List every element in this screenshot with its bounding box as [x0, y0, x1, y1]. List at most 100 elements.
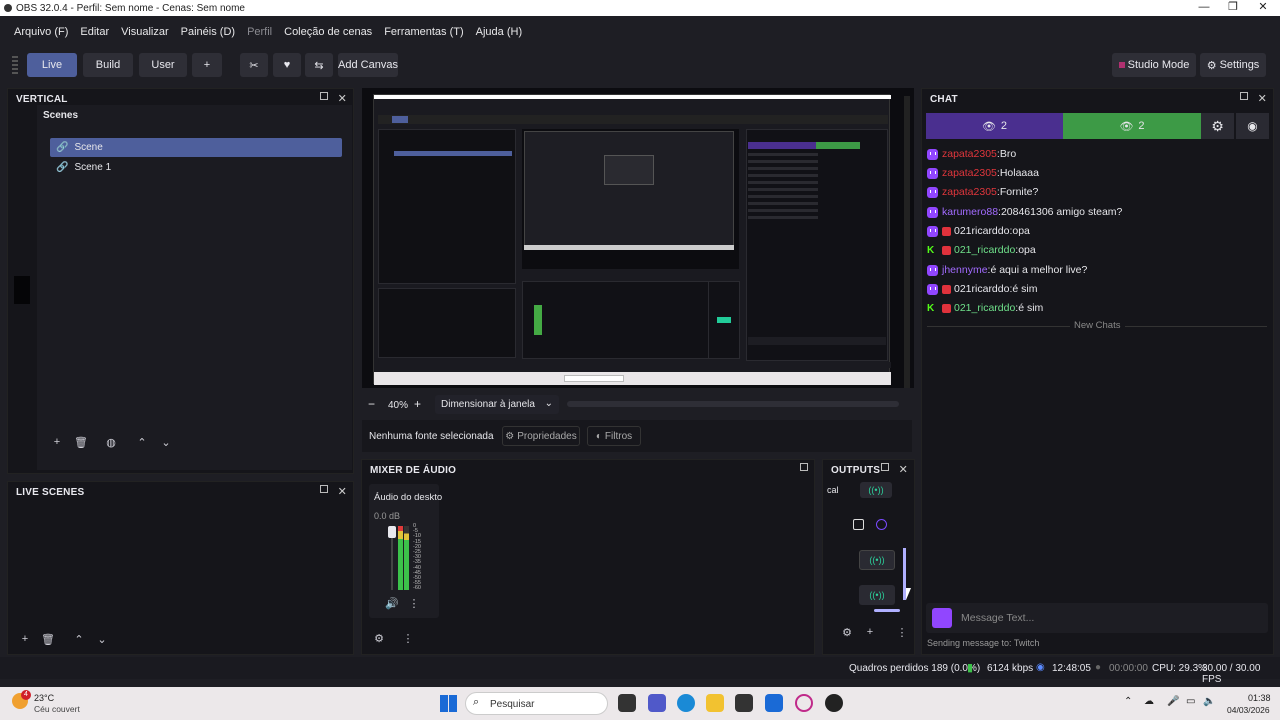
live-button[interactable]: Live — [27, 53, 77, 77]
menu-ajuda[interactable]: Ajuda (H) — [476, 26, 522, 38]
zoom-out-button[interactable]: − — [368, 397, 375, 411]
speaker-icon[interactable]: 🔊 — [383, 595, 401, 611]
add-output-button[interactable]: + — [861, 624, 879, 640]
chat-username[interactable]: zapata2305 — [942, 167, 997, 179]
properties-button[interactable]: ⚙ Propriedades — [502, 426, 580, 446]
output-stream-toggle[interactable]: ((•)) — [859, 550, 895, 570]
task-view-icon[interactable] — [618, 694, 636, 712]
outputs-menu-icon[interactable]: ⋮ — [893, 624, 911, 640]
minimize-button[interactable]: — — [1189, 0, 1219, 16]
move-down-icon[interactable]: ⌄ — [93, 631, 111, 647]
chat-username[interactable]: jhennyme — [942, 264, 988, 276]
float-dock-icon[interactable] — [319, 485, 328, 493]
more-options-icon[interactable]: ⋮ — [405, 595, 423, 611]
output-stop-icon[interactable] — [853, 519, 864, 530]
kick-viewers-tab[interactable]: 👁 2 — [1063, 113, 1201, 139]
close-button[interactable]: ✕ — [1248, 0, 1278, 16]
heart-icon[interactable]: ♥ — [273, 53, 301, 77]
chat-username[interactable]: karumero88 — [942, 206, 998, 218]
trash-icon[interactable]: 🗑 — [72, 434, 90, 450]
maximize-button[interactable]: ❐ — [1218, 0, 1248, 16]
user-button[interactable]: User — [139, 53, 187, 77]
settings-button[interactable]: ⚙ Settings — [1200, 53, 1266, 77]
volume-icon[interactable]: 🔈 — [1203, 696, 1215, 707]
outputs-hscrollbar[interactable] — [874, 609, 900, 612]
toolbar-grip-handle[interactable] — [12, 56, 18, 74]
close-dock-icon[interactable]: ✕ — [338, 92, 347, 105]
float-dock-icon[interactable] — [319, 92, 328, 100]
trash-icon[interactable]: 🗑 — [39, 631, 57, 647]
chat-username[interactable]: 021_ricarddo — [954, 244, 1015, 256]
chat-message: zapata2305 : Holaaaa — [927, 165, 1039, 181]
chat-username[interactable]: 021ricarddo — [954, 225, 1009, 237]
move-down-icon[interactable]: ⌄ — [157, 434, 175, 450]
taskbar-search[interactable]: ⌕ Pesquisar — [465, 692, 608, 715]
chat-popout-icon[interactable]: ◉ — [1236, 113, 1269, 139]
volume-slider-track[interactable] — [391, 538, 393, 590]
outputs-gear-icon[interactable]: ⚙ — [838, 624, 856, 640]
share-icon[interactable]: ⇆ — [305, 53, 333, 77]
chat-username[interactable]: 021ricarddo — [954, 283, 1009, 295]
tray-chevron-icon[interactable]: ⌃ — [1124, 696, 1132, 707]
add-canvas-plus-button[interactable]: + — [192, 53, 222, 77]
menu-arquivo[interactable]: Arquivo (F) — [14, 26, 68, 38]
add-live-scene-button[interactable]: + — [16, 631, 34, 647]
filters-button[interactable]: ◐ Filtros — [587, 426, 641, 446]
mixer-settings-gear-icon[interactable]: ⚙ — [370, 630, 388, 646]
build-button[interactable]: Build — [83, 53, 133, 77]
onedrive-icon[interactable]: ☁ — [1144, 696, 1154, 707]
float-dock-icon[interactable] — [880, 463, 889, 471]
move-up-icon[interactable]: ⌃ — [133, 434, 151, 450]
float-dock-icon[interactable] — [800, 463, 808, 471]
clock-date[interactable]: 04/03/2026 — [1227, 705, 1270, 715]
menu-editar[interactable]: Editar — [80, 26, 109, 38]
close-dock-icon[interactable]: ✕ — [338, 485, 347, 498]
output-stream-toggle[interactable]: ((•)) — [860, 482, 892, 498]
preview-scrollbar[interactable] — [904, 96, 910, 388]
close-dock-icon[interactable]: ✕ — [1258, 92, 1267, 105]
scale-mode-select[interactable]: Dimensionar à janela ⌄ — [435, 395, 559, 414]
float-dock-icon[interactable] — [1239, 92, 1248, 100]
menu-bar: Arquivo (F) Editar Visualizar Painéis (D… — [0, 22, 1280, 42]
chat-settings-gear-icon[interactable]: ⚙ — [1201, 113, 1234, 139]
move-up-icon[interactable]: ⌃ — [70, 631, 88, 647]
scene-item-selected[interactable]: 🔗 Scene — [50, 138, 342, 157]
preview-hscrollbar[interactable] — [567, 401, 899, 407]
file-explorer-icon[interactable] — [706, 694, 724, 712]
twitch-platform-icon[interactable] — [932, 608, 952, 628]
studio-mode-button[interactable]: Studio Mode — [1112, 53, 1196, 77]
output-stream-toggle[interactable]: ((•)) — [859, 585, 895, 605]
clock-time[interactable]: 01:38 — [1248, 693, 1271, 703]
chat-username[interactable]: zapata2305 — [942, 148, 997, 160]
opera-icon[interactable] — [795, 694, 813, 712]
store-icon[interactable] — [735, 694, 753, 712]
edge-icon[interactable] — [677, 694, 695, 712]
tools-icon[interactable]: ✂ — [240, 53, 268, 77]
teams-icon[interactable] — [648, 694, 666, 712]
scene-item[interactable]: 🔗 Scene 1 — [50, 158, 342, 177]
close-dock-icon[interactable]: ✕ — [899, 463, 908, 476]
chat-username[interactable]: zapata2305 — [942, 186, 997, 198]
add-scene-button[interactable]: + — [48, 434, 66, 450]
menu-visualizar[interactable]: Visualizar — [121, 26, 169, 38]
scene-filter-icon[interactable]: ◍ — [102, 434, 120, 450]
menu-perfil[interactable]: Perfil — [247, 26, 272, 38]
new-chats-separator: New Chats — [927, 320, 1267, 332]
obs-taskbar-icon[interactable] — [825, 694, 843, 712]
add-canvas-button[interactable]: Add Canvas — [338, 53, 398, 77]
network-icon[interactable]: ▭ — [1186, 696, 1195, 707]
menu-colecao-cenas[interactable]: Coleção de cenas — [284, 26, 372, 38]
microphone-icon[interactable]: 🎤 — [1167, 696, 1179, 707]
mixer-menu-icon[interactable]: ⋮ — [399, 630, 417, 646]
menu-paineis[interactable]: Painéis (D) — [181, 26, 235, 38]
zoom-in-button[interactable]: + — [414, 397, 421, 411]
twitch-icon — [927, 148, 938, 160]
menu-ferramentas[interactable]: Ferramentas (T) — [384, 26, 463, 38]
chat-username[interactable]: 021_ricarddo — [954, 302, 1015, 314]
output-record-icon[interactable] — [876, 519, 887, 530]
volume-slider-handle[interactable] — [388, 526, 396, 538]
chat-input-box[interactable]: Message Text... — [926, 603, 1268, 633]
twitch-viewers-tab[interactable]: 👁 2 — [926, 113, 1063, 139]
windows-start-icon[interactable] — [440, 695, 457, 712]
outlook-icon[interactable] — [765, 694, 783, 712]
